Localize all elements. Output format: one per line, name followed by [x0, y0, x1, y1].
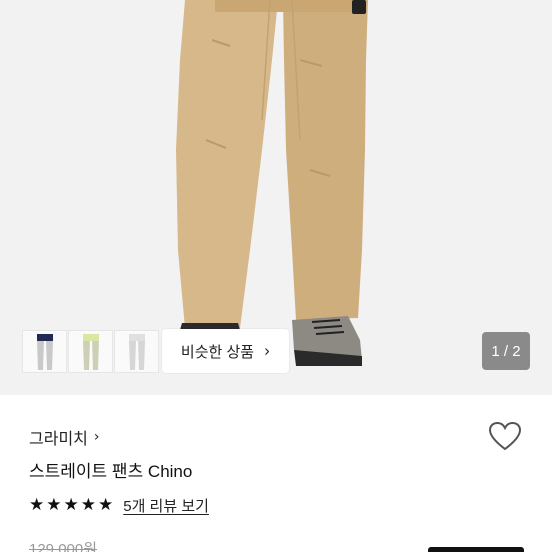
brand-name: 그라미치	[29, 431, 88, 448]
image-counter: 1 / 2	[482, 332, 530, 370]
color-thumbnails	[22, 330, 159, 373]
product-image-gallery[interactable]: 비슷한 상품 › 1 / 2	[0, 0, 552, 395]
star-icon: ★	[80, 495, 96, 515]
thumbnail-navy[interactable]	[22, 330, 67, 373]
similar-products-label: 비슷한 상품	[180, 343, 255, 361]
reviews-link[interactable]: 5개 리뷰 보기	[123, 495, 209, 516]
product-info: 그라미치 › 스트레이트 팬츠 Chino ★ ★ ★ ★ ★ 5개 리뷰 보기…	[0, 395, 552, 552]
heart-icon[interactable]	[488, 421, 522, 451]
similar-products-button[interactable]: 비슷한 상품 ›	[162, 329, 289, 373]
original-price: 129,000원	[29, 541, 98, 552]
product-name: 스트레이트 팬츠 Chino	[29, 462, 193, 481]
star-icon: ★	[46, 495, 62, 515]
star-icon: ★	[63, 495, 79, 515]
thumbnail-white[interactable]	[114, 330, 159, 373]
purchase-button[interactable]	[428, 547, 524, 552]
rating-row: ★ ★ ★ ★ ★ 5개 리뷰 보기	[29, 495, 209, 516]
star-icon: ★	[29, 495, 45, 515]
thumbnail-lime[interactable]	[68, 330, 113, 373]
star-icon: ★	[98, 495, 114, 515]
chevron-right-icon: ›	[264, 341, 271, 361]
chevron-right-icon: ›	[93, 429, 100, 445]
brand-link[interactable]: 그라미치 ›	[29, 425, 100, 449]
